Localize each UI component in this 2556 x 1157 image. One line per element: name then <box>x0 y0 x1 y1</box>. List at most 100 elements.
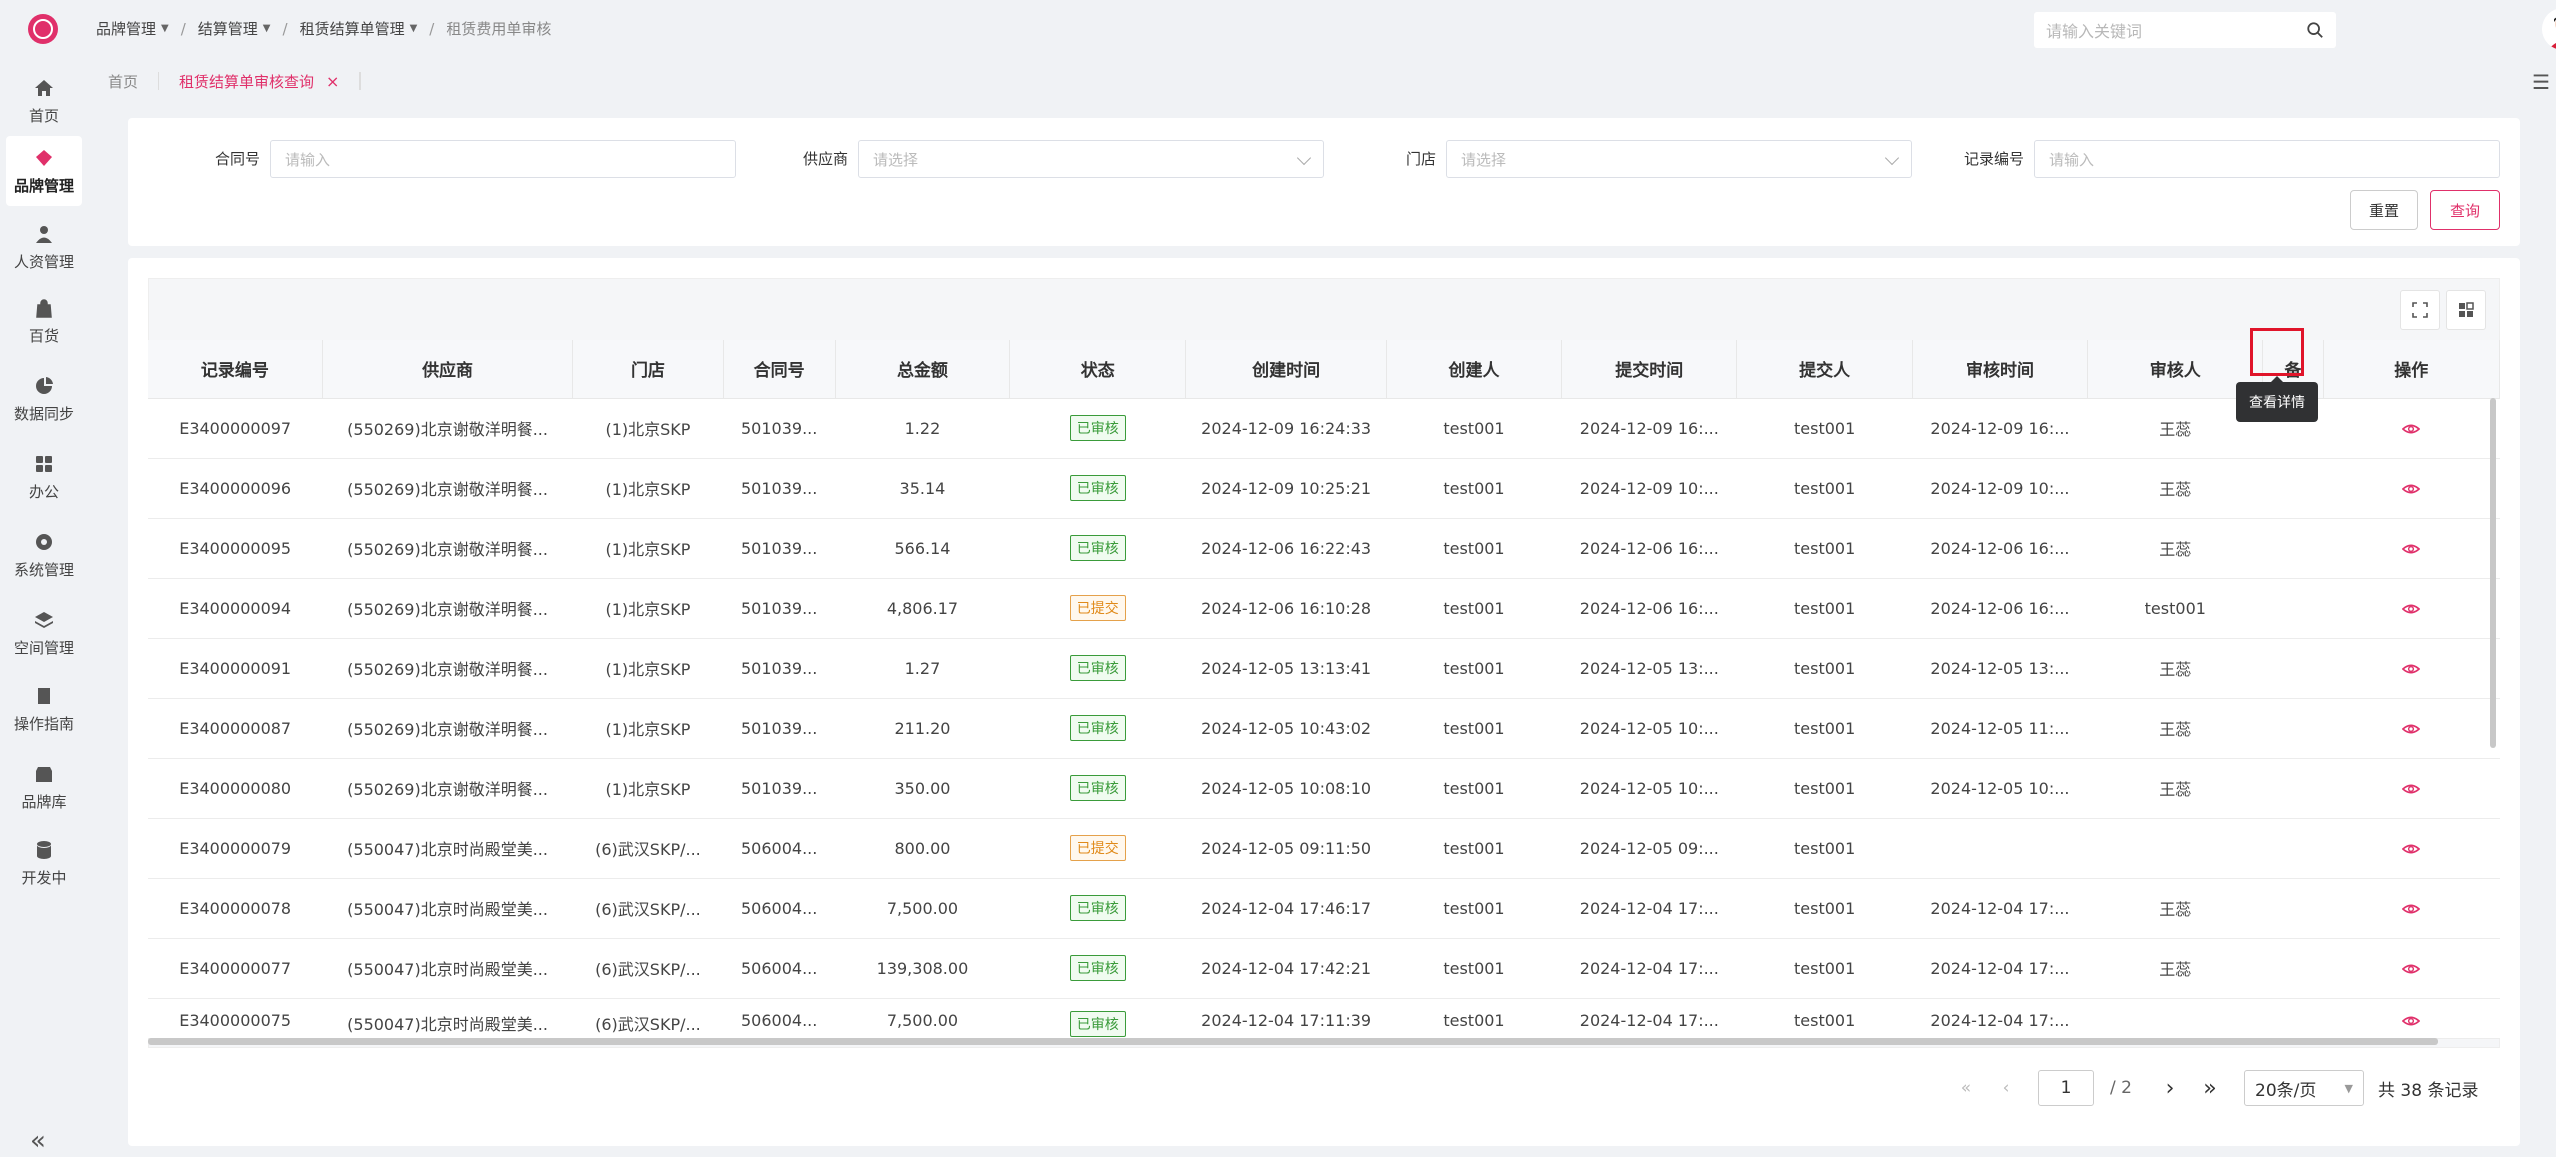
column-header[interactable]: 总金额 <box>835 340 1011 399</box>
page-input[interactable]: 1 <box>2038 1070 2094 1106</box>
table-cell <box>2262 638 2324 699</box>
table-cell: 501039... <box>723 398 836 459</box>
store-select[interactable]: 请选择 <box>1446 140 1912 178</box>
table-cell: 2024-12-05 11:... <box>1912 698 2088 759</box>
breadcrumb-item[interactable]: 品牌管理 ▼ <box>96 18 169 39</box>
table-row[interactable]: E3400000097 (550269)北京谢敬洋明餐... (1)北京SKP 501… <box>148 398 2500 459</box>
table-row[interactable]: E3400000080 (550269)北京谢敬洋明餐... (1)北京SKP 501… <box>148 758 2500 819</box>
view-details-icon[interactable] <box>2402 478 2421 497</box>
table-cell: test001 <box>1386 758 1562 819</box>
columns-setting-icon[interactable] <box>2446 290 2486 330</box>
sidebar-item-2[interactable]: 人资管理 <box>6 212 82 282</box>
view-details-icon[interactable] <box>2402 1011 2421 1030</box>
search-input[interactable]: 请输入关键词 <box>2034 12 2336 48</box>
view-details-icon[interactable] <box>2402 658 2421 677</box>
record-input[interactable]: 请输入 <box>2034 140 2500 178</box>
table-row[interactable]: E3400000094 (550269)北京谢敬洋明餐... (1)北京SKP 501… <box>148 578 2500 639</box>
table-cell: 2024-12-04 17:... <box>1912 878 2088 939</box>
column-header[interactable]: 创建时间 <box>1185 340 1387 399</box>
tab-label: 首页 <box>108 72 139 91</box>
table-cell: 7,500.00 <box>835 998 1010 1039</box>
sidebar-item-9[interactable]: 品牌库 <box>6 752 82 822</box>
view-details-icon[interactable] <box>2402 778 2421 797</box>
table-cell: test001 <box>1736 698 1913 759</box>
table-cell: (550269)北京谢敬洋明餐... <box>322 458 573 519</box>
page-size-select[interactable]: 20条/页 ▼ <box>2244 1070 2364 1106</box>
table-row[interactable]: E3400000075 (550047)北京时尚殿堂美... (6)武汉SKP/..… <box>148 998 2500 1039</box>
table-row[interactable]: E3400000096 (550269)北京谢敬洋明餐... (1)北京SKP 501… <box>148 458 2500 519</box>
column-header[interactable]: 合同号 <box>723 340 836 399</box>
sidebar-item-3[interactable]: 百货 <box>6 286 82 356</box>
breadcrumb-item[interactable]: 租赁结算单管理 ▼ <box>300 18 418 39</box>
prev-page-icon[interactable]: ‹ <box>1986 1078 2026 1098</box>
menu-icon[interactable]: ☰ <box>2532 70 2550 94</box>
view-details-icon[interactable] <box>2402 958 2421 977</box>
action-cell <box>2323 458 2500 519</box>
logo-icon[interactable] <box>28 14 58 44</box>
fullscreen-icon[interactable] <box>2400 290 2440 330</box>
table-cell: 已审核 <box>1009 398 1186 459</box>
column-header[interactable]: 记录编号 <box>148 340 323 399</box>
avatar[interactable] <box>2542 8 2556 50</box>
tab-home[interactable]: 首页 <box>88 72 160 91</box>
table-row[interactable]: E3400000079 (550047)北京时尚殿堂美... (6)武汉SKP/..… <box>148 818 2500 879</box>
breadcrumb-item[interactable]: 结算管理 ▼ <box>198 18 271 39</box>
column-header[interactable]: 门店 <box>572 340 724 399</box>
sidebar-item-4[interactable]: 数据同步 <box>6 364 82 434</box>
action-cell <box>2323 698 2500 759</box>
first-page-icon[interactable]: « <box>1946 1078 1986 1098</box>
sidebar-item-1[interactable]: 品牌管理 <box>6 136 82 206</box>
view-details-tooltip: 查看详情 <box>2236 376 2318 422</box>
table-row[interactable]: E3400000087 (550269)北京谢敬洋明餐... (1)北京SKP 501… <box>148 698 2500 759</box>
view-details-icon[interactable] <box>2402 718 2421 737</box>
close-icon[interactable]: × <box>326 72 339 91</box>
view-details-icon[interactable] <box>2402 598 2421 617</box>
view-details-icon[interactable] <box>2402 898 2421 917</box>
column-header[interactable]: 创建人 <box>1386 340 1563 399</box>
column-header[interactable]: 提交时间 <box>1561 340 1738 399</box>
view-details-icon[interactable] <box>2402 838 2421 857</box>
column-header[interactable]: 审核时间 <box>1912 340 2089 399</box>
view-details-icon[interactable] <box>2402 418 2421 437</box>
table-row[interactable]: E3400000078 (550047)北京时尚殿堂美... (6)武汉SKP/..… <box>148 878 2500 939</box>
table-row[interactable]: E3400000091 (550269)北京谢敬洋明餐... (1)北京SKP 501… <box>148 638 2500 699</box>
collapse-sidebar-icon[interactable]: « <box>30 1126 46 1156</box>
sidebar-item-label: 品牌库 <box>21 792 67 811</box>
contract-input[interactable]: 请输入 <box>270 140 736 178</box>
sidebar-item-6[interactable]: 系统管理 <box>6 520 82 590</box>
table-cell: 王蕊 <box>2087 758 2263 819</box>
table-cell: 2024-12-05 10:08:10 <box>1185 758 1387 819</box>
sidebar-item-7[interactable]: 空间管理 <box>6 598 82 668</box>
supplier-select[interactable]: 请选择 <box>858 140 1324 178</box>
status-badge: 已审核 <box>1069 475 1126 501</box>
column-header[interactable]: 提交人 <box>1736 340 1913 399</box>
tab-settlement-audit[interactable]: 租赁结算单审核查询 × <box>159 72 361 91</box>
table-cell: 已提交 <box>1009 578 1186 639</box>
status-badge: 已审核 <box>1069 1010 1126 1037</box>
sidebar-item-8[interactable]: 操作指南 <box>6 674 82 744</box>
page-size-label: 20条/页 <box>2255 1080 2317 1101</box>
view-details-icon[interactable] <box>2402 538 2421 557</box>
next-page-icon[interactable]: › <box>2150 1076 2190 1101</box>
table-cell <box>2262 878 2324 939</box>
sidebar-item-5[interactable]: 办公 <box>6 442 82 512</box>
reset-button[interactable]: 重置 <box>2350 190 2418 230</box>
tab-bar: 首页 租赁结算单审核查询 × ☰ <box>88 58 2556 104</box>
column-header[interactable]: 操作 <box>2323 340 2501 399</box>
query-button[interactable]: 查询 <box>2430 190 2500 230</box>
table-row[interactable]: E3400000095 (550269)北京谢敬洋明餐... (1)北京SKP 501… <box>148 518 2500 579</box>
sidebar-item-10[interactable]: 开发中 <box>6 828 82 898</box>
table-cell: 2024-12-05 10:... <box>1912 758 2088 819</box>
search-placeholder: 请输入关键词 <box>2046 22 2143 41</box>
vertical-scrollbar[interactable] <box>2490 398 2496 748</box>
search-icon[interactable] <box>2306 21 2324 39</box>
table-cell: 2024-12-06 16:... <box>1912 518 2088 579</box>
table-row[interactable]: E3400000077 (550047)北京时尚殿堂美... (6)武汉SKP/..… <box>148 938 2500 999</box>
horizontal-scrollbar[interactable] <box>148 1038 2438 1045</box>
column-header[interactable]: 状态 <box>1009 340 1187 399</box>
chevron-down-icon: ▼ <box>2344 1081 2353 1095</box>
table-cell: (550269)北京谢敬洋明餐... <box>322 518 573 579</box>
sidebar-item-0[interactable]: 首页 <box>6 66 82 136</box>
last-page-icon[interactable]: » <box>2190 1076 2230 1101</box>
column-header[interactable]: 供应商 <box>322 340 574 399</box>
